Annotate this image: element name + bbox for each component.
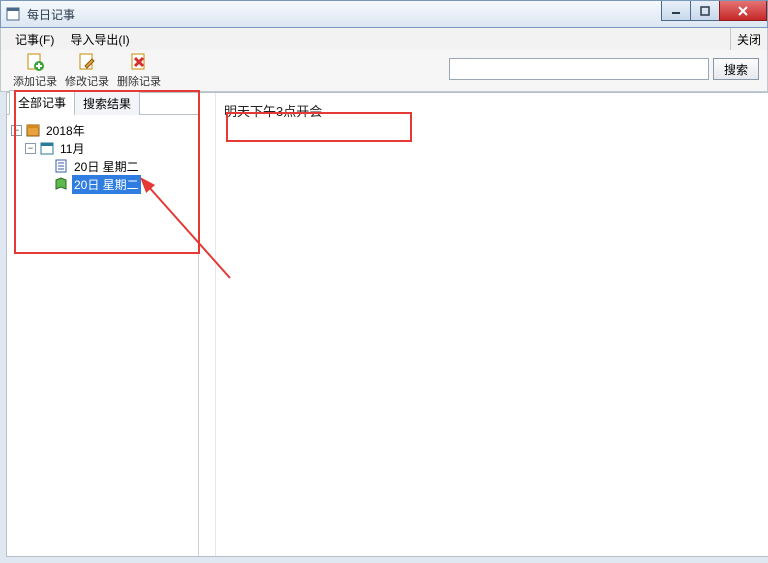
delete-record-button[interactable]: 删除记录 <box>113 52 165 90</box>
tree-entry-label: 20日 星期二 <box>72 157 141 176</box>
app-icon <box>5 6 21 22</box>
tab-strip: 全部记事 搜索结果 <box>7 93 198 115</box>
toolbar: 添加记录 修改记录 删除记录 搜索 <box>0 50 768 92</box>
book-icon <box>53 176 69 192</box>
tree-month-label: 11月 <box>58 139 86 158</box>
tree-toggle-month[interactable]: − <box>25 143 36 154</box>
tab-search-results[interactable]: 搜索结果 <box>74 91 140 115</box>
menu-close-label: 关闭 <box>737 31 761 48</box>
tab-all-entries[interactable]: 全部记事 <box>9 90 75 115</box>
tree-entry-row[interactable]: 20日 星期二 <box>11 175 194 193</box>
page-icon <box>53 158 69 174</box>
window-buttons <box>662 1 767 21</box>
tree-entry-row[interactable]: 20日 星期二 <box>11 157 194 175</box>
add-icon <box>25 52 45 72</box>
entry-body-text: 明天下午3点开会 <box>224 101 760 120</box>
menu-close[interactable]: 关闭 <box>730 28 767 50</box>
left-pane: 全部记事 搜索结果 − 2018年 − 11月 <box>7 93 199 556</box>
calendar-month-icon <box>39 140 55 156</box>
content-pane[interactable]: 明天下午3点开会 <box>215 93 768 556</box>
delete-icon <box>129 52 149 72</box>
search-input[interactable] <box>449 58 709 80</box>
search-button[interactable]: 搜索 <box>713 58 759 80</box>
window-title: 每日记事 <box>27 6 75 23</box>
menu-file[interactable]: 记事(F) <box>7 29 62 50</box>
tree-month-row[interactable]: − 11月 <box>11 139 194 157</box>
add-record-button[interactable]: 添加记录 <box>9 52 61 90</box>
tree-year-row[interactable]: − 2018年 <box>11 121 194 139</box>
tree-entry-label-selected: 20日 星期二 <box>72 175 141 194</box>
edit-record-button[interactable]: 修改记录 <box>61 52 113 90</box>
add-record-label: 添加记录 <box>13 73 57 89</box>
titlebar: 每日记事 <box>0 0 768 28</box>
tree-toggle-year[interactable]: − <box>11 125 22 136</box>
edit-record-label: 修改记录 <box>65 73 109 89</box>
close-button[interactable] <box>719 1 767 21</box>
maximize-button[interactable] <box>690 1 720 21</box>
client-area: 全部记事 搜索结果 − 2018年 − 11月 <box>6 92 768 557</box>
edit-icon <box>77 52 97 72</box>
entry-tree[interactable]: − 2018年 − 11月 20日 星期 <box>7 115 198 556</box>
menubar: 记事(F) 导入导出(I) 关闭 <box>0 28 768 50</box>
tree-year-label: 2018年 <box>44 121 87 140</box>
minimize-button[interactable] <box>661 1 691 21</box>
delete-record-label: 删除记录 <box>117 73 161 89</box>
menu-import-export[interactable]: 导入导出(I) <box>62 29 137 50</box>
search-area: 搜索 <box>449 58 759 80</box>
calendar-icon <box>25 122 41 138</box>
